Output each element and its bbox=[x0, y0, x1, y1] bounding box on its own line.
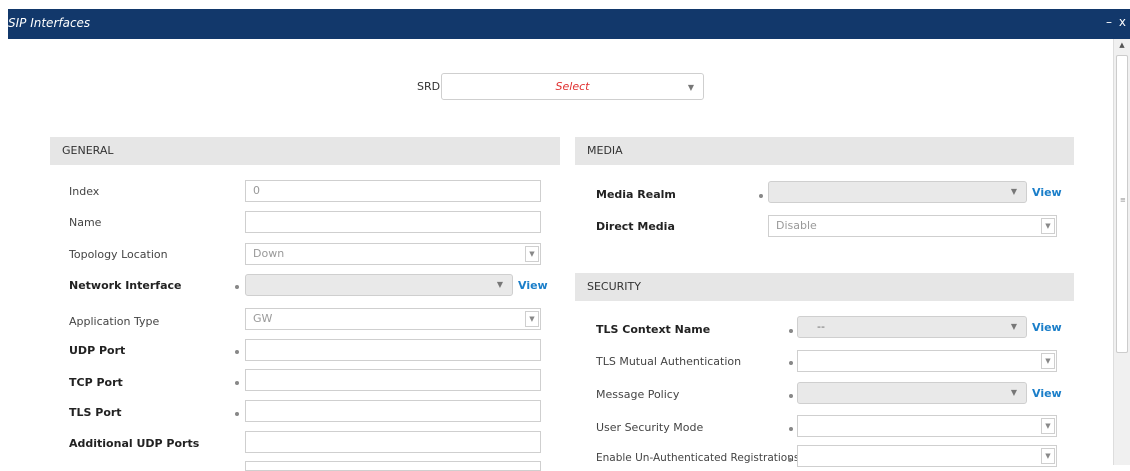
grip-icon: ≡ bbox=[1120, 196, 1126, 204]
tls-mutual-auth-label: TLS Mutual Authentication bbox=[596, 355, 742, 368]
required-dot-icon bbox=[235, 350, 239, 354]
required-dot-icon bbox=[788, 458, 792, 462]
next-row-field-partial[interactable] bbox=[245, 461, 541, 471]
required-dot-icon bbox=[789, 361, 793, 365]
chevron-down-icon: ▼ bbox=[1041, 418, 1055, 434]
application-type-label: Application Type bbox=[69, 315, 160, 328]
tcp-port-field[interactable] bbox=[245, 369, 541, 391]
chevron-down-icon: ▼ bbox=[496, 280, 503, 289]
topology-location-value: Down bbox=[253, 247, 285, 260]
scroll-up-icon[interactable]: ▲ bbox=[1114, 41, 1130, 53]
required-dot-icon bbox=[789, 394, 793, 398]
chevron-down-icon: ▼ bbox=[1041, 353, 1055, 369]
application-type-value: GW bbox=[253, 312, 273, 325]
vertical-scrollbar[interactable]: ▲ ≡ bbox=[1113, 39, 1130, 465]
network-interface-label: Network Interface bbox=[69, 279, 182, 292]
name-label: Name bbox=[69, 216, 102, 229]
required-dot-icon bbox=[759, 194, 763, 198]
udp-port-label: UDP Port bbox=[69, 344, 126, 357]
direct-media-label: Direct Media bbox=[596, 220, 675, 233]
tcp-port-label: TCP Port bbox=[69, 376, 123, 389]
name-field[interactable] bbox=[245, 211, 541, 233]
enable-unauth-registrations-label: Enable Un-Authenticated Registrations bbox=[596, 452, 800, 464]
required-dot-icon bbox=[235, 412, 239, 416]
tls-port-field[interactable] bbox=[245, 400, 541, 422]
dialog-title: SIP Interfaces bbox=[8, 16, 91, 30]
network-interface-select[interactable]: ▼ bbox=[245, 274, 513, 296]
index-label: Index bbox=[69, 185, 100, 198]
enable-unauth-registrations-select[interactable]: ▼ bbox=[797, 445, 1057, 467]
required-dot-icon bbox=[235, 381, 239, 385]
message-policy-select[interactable]: ▼ bbox=[797, 382, 1027, 404]
media-realm-select[interactable]: ▼ bbox=[768, 181, 1027, 203]
chevron-down-icon: ▼ bbox=[1041, 448, 1055, 464]
tls-port-label: TLS Port bbox=[69, 406, 122, 419]
tls-context-name-select[interactable]: -- ▼ bbox=[797, 316, 1027, 338]
section-media-header: MEDIA bbox=[575, 137, 1074, 165]
direct-media-value: Disable bbox=[776, 219, 817, 232]
tls-context-name-value: -- bbox=[817, 320, 825, 333]
chevron-down-icon: ▼ bbox=[1010, 322, 1017, 331]
chevron-down-icon: ▼ bbox=[1041, 218, 1055, 234]
message-policy-view-link[interactable]: View bbox=[1032, 387, 1062, 400]
required-dot-icon bbox=[789, 427, 793, 431]
topology-location-select[interactable]: Down ▼ bbox=[245, 243, 541, 265]
media-realm-view-link[interactable]: View bbox=[1032, 186, 1062, 199]
user-security-mode-label: User Security Mode bbox=[596, 421, 704, 434]
message-policy-label: Message Policy bbox=[596, 388, 680, 401]
section-general-header: GENERAL bbox=[50, 137, 560, 165]
chevron-down-icon: ▼ bbox=[525, 311, 539, 327]
chevron-down-icon: ▼ bbox=[1010, 187, 1017, 196]
user-security-mode-select[interactable]: ▼ bbox=[797, 415, 1057, 437]
srd-label: SRD bbox=[417, 80, 441, 93]
tls-mutual-auth-select[interactable]: ▼ bbox=[797, 350, 1057, 372]
section-security-header: SECURITY bbox=[575, 273, 1074, 301]
close-button[interactable]: x bbox=[1119, 15, 1126, 29]
tls-context-name-label: TLS Context Name bbox=[596, 323, 711, 336]
index-value: 0 bbox=[253, 184, 260, 197]
topology-location-label: Topology Location bbox=[69, 248, 168, 261]
network-interface-view-link[interactable]: View bbox=[518, 279, 548, 292]
dialog-titlebar: SIP Interfaces – x bbox=[8, 9, 1130, 39]
chevron-down-icon: ▼ bbox=[1010, 388, 1017, 397]
media-realm-label: Media Realm bbox=[596, 188, 676, 201]
chevron-down-icon: ▼ bbox=[525, 246, 539, 262]
index-field[interactable]: 0 bbox=[245, 180, 541, 202]
direct-media-select[interactable]: Disable ▼ bbox=[768, 215, 1057, 237]
additional-udp-ports-field[interactable] bbox=[245, 431, 541, 453]
required-dot-icon bbox=[235, 285, 239, 289]
scrollbar-thumb[interactable]: ≡ bbox=[1116, 55, 1128, 353]
required-dot-icon bbox=[789, 329, 793, 333]
additional-udp-ports-label: Additional UDP Ports bbox=[69, 437, 200, 450]
application-type-select[interactable]: GW ▼ bbox=[245, 308, 541, 330]
udp-port-field[interactable] bbox=[245, 339, 541, 361]
minimize-button[interactable]: – bbox=[1106, 15, 1112, 29]
srd-select[interactable]: Select ▼ bbox=[441, 73, 704, 100]
srd-select-value: Select bbox=[555, 80, 590, 93]
chevron-down-icon: ▼ bbox=[687, 83, 694, 92]
tls-context-name-view-link[interactable]: View bbox=[1032, 321, 1062, 334]
